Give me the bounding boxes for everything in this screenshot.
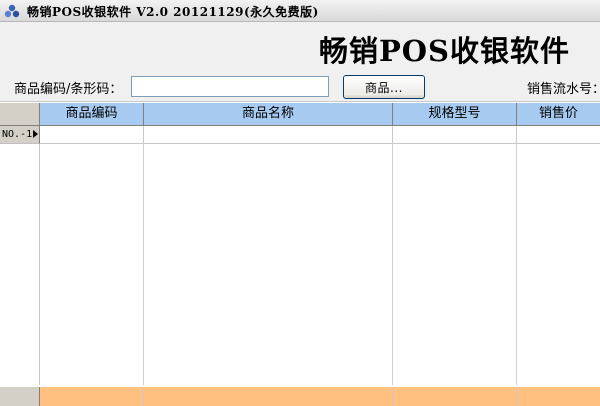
barcode-input[interactable] xyxy=(131,76,329,97)
footer-cell xyxy=(393,387,517,406)
title-bar[interactable]: 畅销POS收银软件 V2.0 20121129(永久免费版) xyxy=(0,0,600,22)
column-header-sale-price[interactable]: 销售价 xyxy=(517,103,600,126)
sales-grid[interactable]: 商品编码 商品名称 规格型号 销售价 NO.-1 xyxy=(0,103,600,406)
column-header-spec-model[interactable]: 规格型号 xyxy=(393,103,517,126)
app-logo-icon xyxy=(4,4,20,18)
column-header-product-name[interactable]: 商品名称 xyxy=(144,103,393,126)
row-number: NO.-1 xyxy=(2,129,33,140)
footer-cell xyxy=(517,387,600,406)
footer-row-header xyxy=(0,387,40,406)
cell-spec-model[interactable] xyxy=(393,126,517,144)
row-header[interactable]: NO.-1 xyxy=(0,126,40,144)
toolbar: 畅销POS收银软件 商品编码/条形码： 商品... 销售流水号： xyxy=(0,22,600,102)
row-header-area xyxy=(0,144,40,385)
goods-button[interactable]: 商品... xyxy=(343,75,425,99)
column-header-product-code[interactable]: 商品编码 xyxy=(40,103,144,126)
column-divider xyxy=(392,144,393,385)
cell-product-code[interactable] xyxy=(40,126,144,144)
cell-product-name[interactable] xyxy=(144,126,393,144)
serial-number-label: 销售流水号： xyxy=(527,82,600,97)
current-row-arrow-icon xyxy=(33,130,38,138)
column-divider xyxy=(516,144,517,385)
app-window: 畅销POS收银软件 V2.0 20121129(永久免费版) 畅销POS收银软件… xyxy=(0,0,600,406)
footer-cell xyxy=(40,387,144,406)
grid-corner xyxy=(0,103,40,126)
footer-cell xyxy=(144,387,393,406)
window-title: 畅销POS收银软件 V2.0 20121129(永久免费版) xyxy=(27,5,319,19)
app-banner: 畅销POS收银软件 xyxy=(318,34,570,68)
barcode-label: 商品编码/条形码： xyxy=(14,82,123,97)
cell-sale-price[interactable] xyxy=(517,126,600,144)
column-divider xyxy=(143,144,144,385)
